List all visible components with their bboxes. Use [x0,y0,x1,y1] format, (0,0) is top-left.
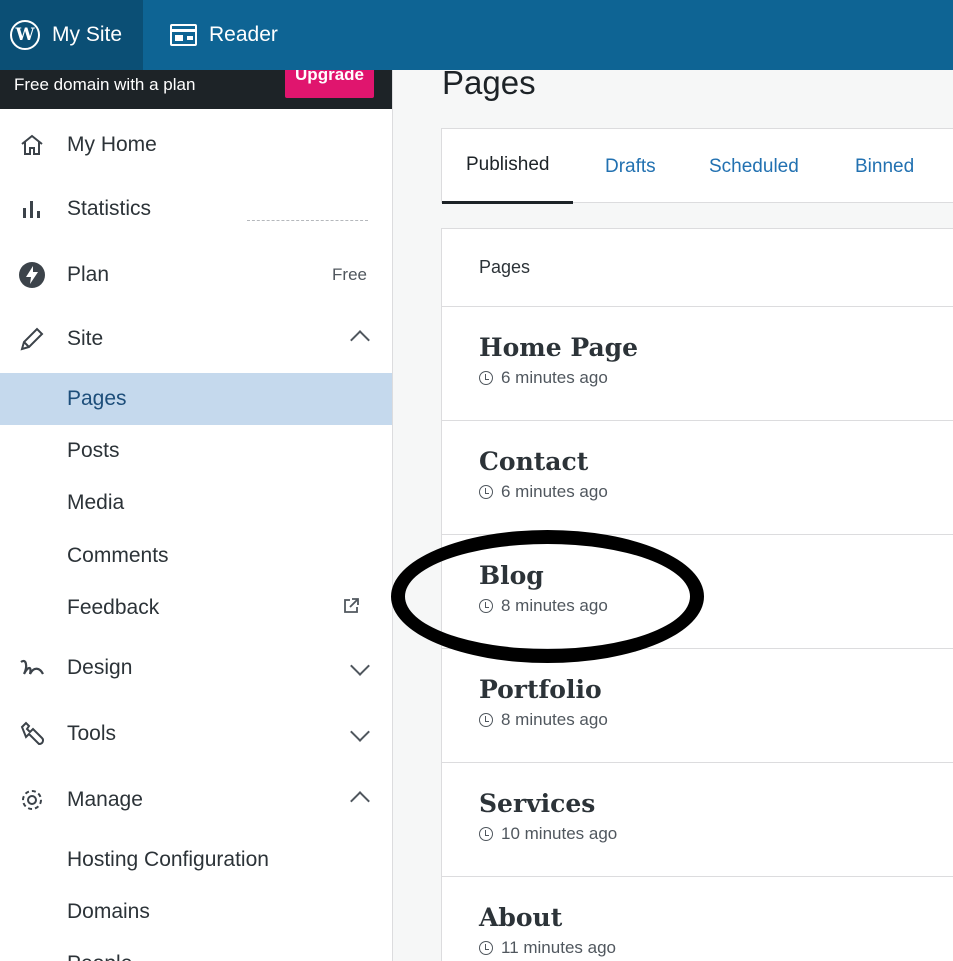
page-meta: 8 minutes ago [479,596,953,616]
chevron-down-icon[interactable] [350,656,370,678]
tab-scheduled[interactable]: Scheduled [709,129,799,204]
sidebar-subitem-pages[interactable]: Pages [0,373,392,425]
domain-upsell-banner[interactable]: Free domain with a plan Upgrade [0,70,392,109]
sidebar-item-plan[interactable]: Plan Free [0,255,392,295]
clock-icon [479,713,493,727]
sidebar-item-statistics[interactable]: Statistics [0,189,392,229]
page-row[interactable]: Portfolio 8 minutes ago [442,649,953,763]
page-meta: 10 minutes ago [479,824,953,844]
sidebar-item-tools[interactable]: Tools [0,714,392,754]
list-header: Pages [442,229,953,307]
sidebar-item-label: My Home [67,133,157,156]
sidebar-subitem-label: Hosting Configuration [67,848,269,871]
sidebar-subitem-media[interactable]: Media [0,477,392,529]
page-modified-time: 6 minutes ago [501,482,608,501]
sidebar-subitem-feedback[interactable]: Feedback [0,582,392,634]
page-meta: 11 minutes ago [479,938,953,958]
reader-button[interactable]: Reader [170,23,278,47]
plan-badge: Free [332,265,367,284]
sidebar-subitem-label: Posts [67,439,120,462]
sidebar-item-label: Site [67,327,104,350]
sidebar-subitem-hosting-configuration[interactable]: Hosting Configuration [0,834,392,886]
wrench-icon [17,719,47,749]
page-title-link[interactable]: Contact [479,447,953,476]
page-modified-time: 11 minutes ago [501,938,616,957]
sidebar-subitem-comments[interactable]: Comments [0,530,392,582]
page-status-tabs: Published Drafts Scheduled Binned [441,128,953,204]
clock-icon [479,941,493,955]
divider [247,220,368,221]
page-row[interactable]: Contact 6 minutes ago [442,421,953,535]
page-modified-time: 6 minutes ago [501,368,608,387]
page-modified-time: 10 minutes ago [501,824,618,843]
chevron-down-icon[interactable] [350,722,370,744]
masterbar: W My Site Reader [0,0,953,70]
page-meta: 6 minutes ago [479,368,953,388]
sidebar-item-label: Tools [67,722,117,745]
home-icon [17,130,47,160]
pages-list: Pages Home Page 6 minutes ago Contact 6 … [441,228,953,961]
page-row[interactable]: Blog 8 minutes ago [442,535,953,649]
clock-icon [479,599,493,613]
tab-label: Scheduled [709,155,799,177]
reader-label: Reader [209,23,278,46]
sidebar-subitem-label: People [67,952,132,961]
pencil-icon [17,324,47,354]
page-title-link[interactable]: Blog [479,561,953,590]
page-row[interactable]: About 11 minutes ago [442,877,953,961]
page-title-link[interactable]: About [479,903,953,932]
tab-label: Binned [855,155,915,177]
plan-bolt-icon [17,260,47,290]
chevron-up-icon[interactable] [350,788,370,813]
sidebar-item-label: Plan [67,263,110,286]
list-header-label: Pages [479,257,531,277]
page-title-link[interactable]: Services [479,789,953,818]
page-modified-time: 8 minutes ago [501,596,608,615]
my-site-label: My Site [52,23,123,46]
tab-drafts[interactable]: Drafts [605,129,656,204]
sidebar-subitem-label: Pages [67,387,127,410]
my-site-button[interactable]: W My Site [0,0,143,70]
tab-binned[interactable]: Binned [855,129,914,204]
gear-icon [17,785,47,815]
sidebar: Free domain with a plan Upgrade My Home … [0,70,393,961]
page-row[interactable]: Services 10 minutes ago [442,763,953,877]
sidebar-subitem-label: Domains [67,900,150,923]
sidebar-subitem-label: Comments [67,544,169,567]
page-modified-time: 8 minutes ago [501,710,608,729]
reader-icon [170,24,197,46]
sidebar-item-site[interactable]: Site [0,319,392,359]
upsell-text: Free domain with a plan [14,74,196,94]
sidebar-item-label: Design [67,656,133,679]
clock-icon [479,371,493,385]
clock-icon [479,827,493,841]
wordpress-logo-icon: W [10,20,40,50]
upgrade-button[interactable]: Upgrade [285,70,374,98]
design-squiggle-icon [17,653,47,683]
page-title-link[interactable]: Home Page [479,333,953,362]
sidebar-subitem-label: Feedback [67,596,160,619]
page-row[interactable]: Home Page 6 minutes ago [442,307,953,421]
tab-label: Published [466,154,550,175]
page-meta: 6 minutes ago [479,482,953,502]
sidebar-item-label: Statistics [67,197,152,220]
sidebar-subitem-posts[interactable]: Posts [0,425,392,477]
page-meta: 8 minutes ago [479,710,953,730]
sidebar-item-manage[interactable]: Manage [0,780,392,820]
external-link-icon [342,597,360,620]
sidebar-subitem-label: Media [67,491,125,514]
sidebar-item-label: Manage [67,788,143,811]
bar-chart-icon [17,194,47,224]
sidebar-subitem-people[interactable]: People [0,938,392,961]
sidebar-item-design[interactable]: Design [0,648,392,688]
clock-icon [479,485,493,499]
chevron-up-icon[interactable] [350,327,370,352]
page-title-link[interactable]: Portfolio [479,675,953,704]
sidebar-subitem-domains[interactable]: Domains [0,886,392,938]
tab-label: Drafts [605,155,656,177]
tab-published[interactable]: Published [442,129,574,204]
page-title: Pages [442,64,536,101]
sidebar-item-my-home[interactable]: My Home [0,125,392,165]
